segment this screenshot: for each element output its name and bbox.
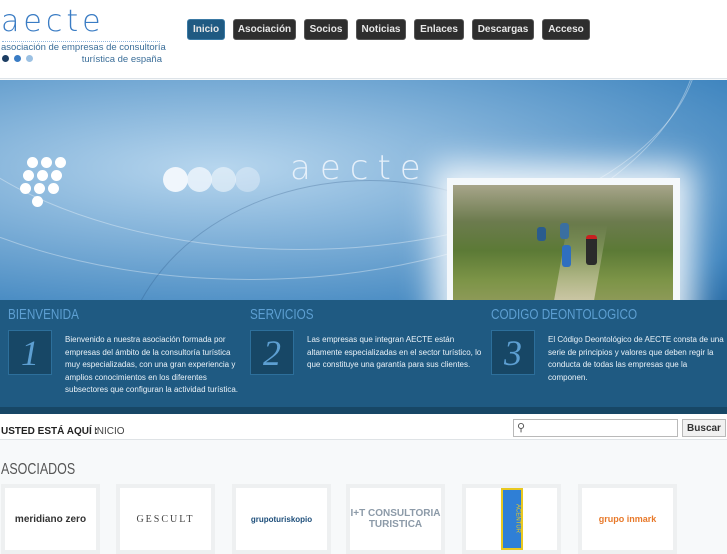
nav-socios[interactable]: Socios [304,19,348,40]
column-number: 3 [491,330,535,375]
acentur-logo-text: ACENTUR [500,488,523,550]
hero-brand-text: aecte [290,148,430,188]
partner-logo-gescult[interactable]: GESCULT [116,484,215,554]
hero-banner: aecte [0,80,727,300]
search-input[interactable]: ⚲ [513,419,678,437]
nav-inicio[interactable]: Inicio [187,19,225,40]
header: aecte asociación de empresas de consulto… [0,0,727,79]
partner-logo-inmark[interactable]: grupo inmark [578,484,677,554]
logo-dot-icon [2,55,9,62]
breadcrumb-label: USTED ESTÁ AQUÍ : [1,426,98,437]
column-number: 1 [8,330,52,375]
asociados-title: ASOCIADOS [1,461,76,478]
search-icon: ⚲ [517,422,526,434]
column-text: Bienvenido a nuestra asociación formada … [65,335,238,394]
partner-logo-grupoturiskopio[interactable]: grupoturiskopio [232,484,331,554]
column-codigo-deontologico: CODIGO DEONTOLOGICO 3 El Código Deontoló… [491,306,727,382]
decor-ball [211,167,236,192]
column-title: SERVICIOS [250,306,314,323]
decor-ball [163,167,188,192]
nav-acceso[interactable]: Acceso [542,19,590,40]
partner-logo-it-consultoria[interactable]: I+T CONSULTORIA TURISTICA [346,484,445,554]
column-title: CODIGO DEONTOLOGICO [491,306,638,323]
logo-word: aecte [1,4,105,39]
decor-ball [187,167,212,192]
logo-line2: turística de españa [81,54,162,65]
breadcrumb-current[interactable]: INICIO [94,426,125,437]
decor-ball [235,167,260,192]
nav-enlaces[interactable]: Enlaces [414,19,464,40]
nav-descargas[interactable]: Descargas [472,19,534,40]
logo-dot-icon [14,55,21,62]
nav-noticias[interactable]: Noticias [356,19,406,40]
column-servicios: SERVICIOS 2 Las empresas que integran AE… [250,306,486,375]
band-divider [0,407,727,414]
nav-asociacion[interactable]: Asociación [233,19,296,40]
search-button[interactable]: Buscar [682,419,726,437]
logo-line1: asociación de empresas de consultoría [1,42,166,53]
column-text: Las empresas que integran AECTE están al… [307,335,482,369]
column-number: 2 [250,330,294,375]
hero-photo-frame [447,178,680,300]
column-text: El Código Deontológico de AECTE consta d… [548,335,724,382]
aecte-logo[interactable]: aecte asociación de empresas de consulto… [0,4,170,68]
partner-logo-acentur[interactable]: ACENTUR [462,484,561,554]
partner-logo-meridiano-zero[interactable]: meridiano zero [1,484,100,554]
column-bienvenida: BIENVENIDA 1 Bienvenido a nuestra asocia… [8,306,244,394]
logo-dot-icon [26,55,33,62]
cyclists-photo [453,185,673,300]
column-title: BIENVENIDA [8,306,79,323]
